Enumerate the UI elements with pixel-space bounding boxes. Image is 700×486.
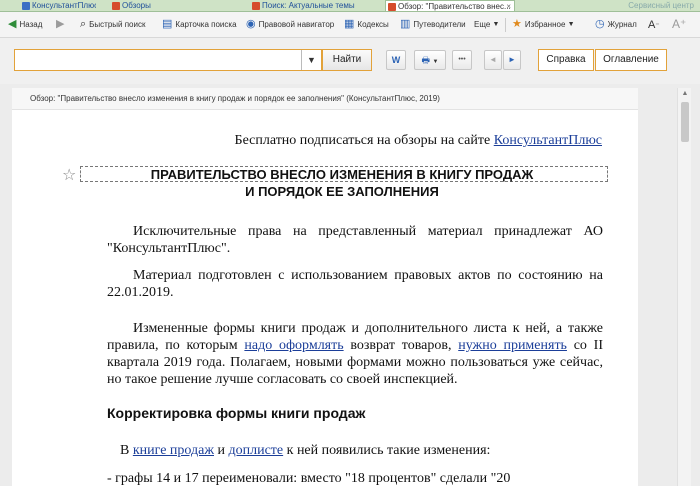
search-input[interactable] — [17, 52, 299, 68]
link-must-issue[interactable]: надо оформлять — [244, 338, 343, 353]
link-must-apply[interactable]: нужно применять — [458, 338, 567, 353]
consultant-logo-icon — [22, 2, 30, 10]
next-arrow-icon: ► — [508, 55, 516, 64]
document-title: Обзор: "Правительство внесло изменения в… — [12, 88, 638, 110]
link-sales-book[interactable]: книге продаж — [133, 443, 214, 458]
font-label: A — [648, 19, 656, 31]
tab-label: Поиск: Актуальные темы — [262, 1, 355, 10]
guides-icon: ▥ — [400, 18, 411, 31]
card-search-icon: ▤ — [162, 18, 173, 31]
print-button[interactable]: 🖶 ▼ — [414, 50, 446, 70]
document-icon — [112, 2, 120, 10]
font-increase-button[interactable]: A⁺ — [672, 16, 689, 34]
paragraph-list-intro: В книге продаж и доплисте к ней появилис… — [120, 443, 491, 458]
heading-line-2: И ПОРЯДОК ЕЕ ЗАПОЛНЕНИЯ — [245, 184, 439, 199]
guides-label: Путеводители — [413, 20, 466, 29]
chevron-down-icon: ▼ — [432, 59, 439, 65]
close-icon[interactable]: × — [506, 1, 511, 11]
font-size-button[interactable]: A⁻ — [648, 16, 663, 34]
tab-search-topics[interactable]: Поиск: Актуальные темы — [250, 0, 380, 11]
main-toolbar: ◀ Назад ▶ ⌕ Быстрый поиск ▤ Карточка поиска… — [0, 12, 700, 38]
export-word-button[interactable]: W — [386, 50, 406, 70]
card-search-button[interactable]: ▤ Карточка поиска — [162, 16, 237, 34]
more-menu-button[interactable]: Еще ▼ — [474, 16, 502, 34]
back-label: Назад — [19, 20, 43, 29]
font-increase-icon: A⁺ — [672, 17, 687, 32]
paragraph-changes: Измененные формы книги продаж и дополнит… — [107, 321, 604, 387]
more-dots-icon: ••• — [458, 56, 466, 63]
toolbar-divider — [505, 18, 506, 32]
prev-arrow-icon: ◄ — [489, 55, 497, 64]
link-extra-sheet[interactable]: доплисте — [229, 443, 284, 458]
subscribe-line: Бесплатно подписаться на обзоры на сайте… — [12, 132, 602, 149]
card-search-label: Карточка поиска — [175, 20, 237, 29]
favorites-button[interactable]: ★ Избранное ▼ — [512, 16, 578, 34]
paragraph-list-item: - графы 14 и 17 переименовали: вместо "1… — [107, 471, 511, 486]
back-arrow-icon: ◀ — [8, 18, 17, 31]
next-occurrence-button[interactable]: ► — [503, 50, 521, 70]
chevron-down-icon: ▼ — [567, 21, 575, 29]
search-history-dropdown[interactable]: ▼ — [301, 50, 321, 70]
scroll-thumb[interactable] — [681, 102, 689, 142]
heading-line-1: ПРАВИТЕЛЬСТВО ВНЕСЛО ИЗМЕНЕНИЯ В КНИГУ П… — [150, 167, 534, 182]
search-icon: ⌕ — [80, 18, 87, 31]
search-box: ▼ — [14, 49, 322, 71]
font-decrease-icon: ⁻ — [655, 21, 660, 31]
search-row: ▼ Найти W 🖶 ▼ ••• ◄ ► Справка Оглавление — [0, 38, 700, 84]
tab-strip: КонсультантПлюс Обзоры Поиск: Актуальные… — [0, 0, 700, 12]
prev-occurrence-button[interactable]: ◄ — [484, 50, 502, 70]
codes-icon: ▦ — [344, 18, 355, 31]
tab-label: Обзор: "Правительство внес... — [398, 2, 511, 11]
help-button[interactable]: Справка — [538, 49, 594, 71]
forward-button[interactable]: ▶ — [56, 16, 67, 34]
quick-search-button[interactable]: ⌕ Быстрый поиск — [80, 16, 145, 34]
guides-button[interactable]: ▥ Путеводители — [400, 16, 466, 34]
contents-button[interactable]: Оглавление — [595, 49, 667, 71]
chevron-down-icon: ▼ — [307, 55, 316, 65]
more-actions-button[interactable]: ••• — [452, 50, 472, 70]
chevron-down-icon: ▼ — [492, 21, 500, 29]
codes-label: Кодексы — [357, 20, 389, 29]
codes-button[interactable]: ▦ Кодексы — [344, 16, 389, 34]
subscribe-link[interactable]: КонсультантПлюс — [494, 133, 602, 148]
section-heading: Корректировка формы книги продаж — [107, 405, 366, 421]
navigator-icon: ◉ — [246, 18, 256, 31]
forward-arrow-icon: ▶ — [56, 18, 65, 31]
tab-label: Обзоры — [122, 1, 151, 10]
quick-search-label: Быстрый поиск — [89, 20, 146, 29]
document-scrollbar[interactable]: ▲ — [677, 88, 691, 486]
document-body: Бесплатно подписаться на обзоры на сайте… — [12, 110, 638, 486]
more-label: Еще — [474, 20, 491, 29]
journal-icon: ◷ — [595, 18, 605, 31]
tab-current-review[interactable]: Обзор: "Правительство внес... × — [385, 0, 515, 11]
paragraph-copyright: Исключительные права на представленный м… — [107, 224, 603, 256]
find-button[interactable]: Найти — [322, 49, 372, 71]
tab-reviews[interactable]: Обзоры — [110, 0, 230, 11]
star-icon: ★ — [512, 18, 522, 31]
document-icon — [388, 3, 396, 11]
tab-label: КонсультантПлюс — [32, 1, 96, 10]
scroll-up-icon[interactable]: ▲ — [678, 88, 692, 100]
tab-consultant[interactable]: КонсультантПлюс — [20, 0, 96, 11]
back-button[interactable]: ◀ Назад — [8, 16, 42, 34]
journal-label: Журнал — [607, 20, 637, 29]
service-center-link[interactable]: Сервисный центр — [628, 0, 694, 11]
paragraph-date: Материал подготовлен с использованием пр… — [107, 268, 603, 300]
document-icon — [252, 2, 260, 10]
legal-navigator-label: Правовой навигатор — [258, 20, 335, 29]
print-icon: 🖶 — [421, 55, 431, 65]
subscribe-text: Бесплатно подписаться на обзоры на сайте — [234, 133, 494, 148]
word-icon: W — [391, 55, 401, 65]
legal-navigator-button[interactable]: ◉ Правовой навигатор — [246, 16, 334, 34]
journal-button[interactable]: ◷ Журнал — [595, 16, 637, 34]
favorites-label: Избранное — [524, 20, 566, 29]
